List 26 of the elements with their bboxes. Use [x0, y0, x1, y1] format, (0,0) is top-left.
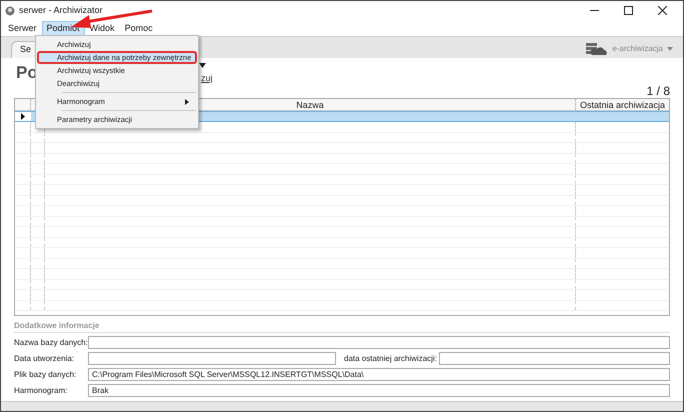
minimize-icon: [590, 10, 598, 11]
input-field[interactable]: Brak: [88, 384, 670, 397]
maximize-icon: [624, 6, 632, 15]
window-title: serwer - Archiwizator: [19, 4, 103, 17]
caret-icon: [199, 63, 206, 68]
link[interactable]: zuj: [201, 72, 213, 86]
cloud-server-icon: [586, 42, 608, 55]
input-field[interactable]: [438, 352, 670, 365]
field-label: Harmonogram:: [14, 384, 68, 396]
section-title: Dodatkowe informacje: [14, 320, 670, 333]
app-icon: [5, 6, 15, 16]
close-icon: [658, 6, 666, 15]
submenu-arrow-icon: [185, 98, 189, 104]
field-label: data ostatniej archiwizacji:: [344, 352, 437, 364]
page-counter: 1 / 8: [646, 83, 670, 100]
caret-icon: [667, 46, 673, 50]
input-field[interactable]: [88, 352, 336, 365]
menu-item[interactable]: Serwer: [3, 20, 42, 36]
input-field[interactable]: [88, 336, 670, 349]
column-header[interactable]: Ostatnia archiwizacja: [576, 99, 669, 110]
input-field[interactable]: C:\Program Files\Microsoft SQL Server\MSSQL12.INSERTGT\MSSQL\Data\: [88, 368, 670, 381]
field-label: Nazwa bazy danych:: [14, 336, 88, 348]
menu-item[interactable]: Pomoc: [120, 20, 158, 36]
row-pointer-icon: [21, 113, 25, 120]
field-label: Plik bazy danych:: [14, 368, 78, 380]
field-label: Data utworzenia:: [14, 352, 76, 364]
